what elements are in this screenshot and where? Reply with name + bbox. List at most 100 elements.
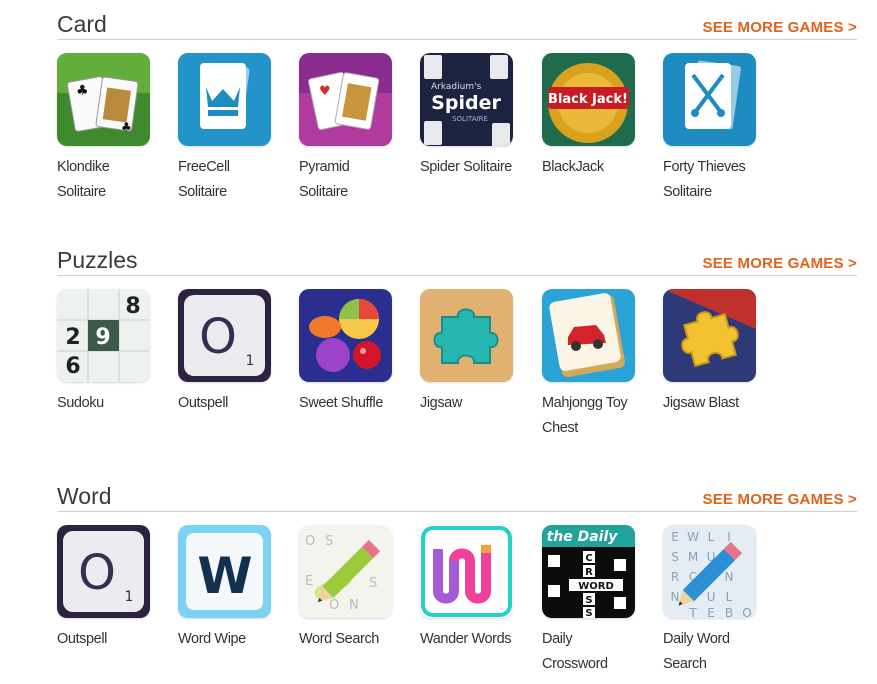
daily-crossword-icon[interactable]: the Daily C R WORD S S <box>542 525 635 618</box>
svg-text:1: 1 <box>125 589 134 605</box>
svg-text:W: W <box>687 530 699 544</box>
svg-text:O: O <box>742 606 751 618</box>
svg-text:6: 6 <box>65 354 80 379</box>
svg-text:S: S <box>369 576 377 591</box>
game-tile-jigsaw[interactable]: Jigsaw <box>420 289 530 416</box>
pencil-word-search-icon[interactable]: OSE ONS <box>299 525 392 618</box>
game-name: Forty Thieves Solitaire <box>663 159 746 200</box>
game-name: FreeCell Solitaire <box>178 159 230 200</box>
svg-text:O: O <box>199 309 237 365</box>
game-name: Spider Solitaire <box>420 159 512 175</box>
game-name: Word Search <box>299 631 379 647</box>
section-puzzles: Puzzles SEE MORE GAMES > 8 2 9 6 Sudoku … <box>57 246 857 446</box>
game-tile-blackjack[interactable]: Black Jack! BlackJack <box>542 53 652 180</box>
game-tile-sudoku[interactable]: 8 2 9 6 Sudoku <box>57 289 167 416</box>
see-more-games-link[interactable]: SEE MORE GAMES > <box>703 491 857 508</box>
section-header: Card SEE MORE GAMES > <box>57 10 857 40</box>
svg-text:♣: ♣ <box>121 120 132 134</box>
game-name: Word Wipe <box>178 631 246 647</box>
see-more-games-link[interactable]: SEE MORE GAMES > <box>703 19 857 36</box>
game-name: Outspell <box>178 395 228 411</box>
game-tile-outspell[interactable]: O 1 Outspell <box>57 525 167 652</box>
svg-text:SOLITAIRE: SOLITAIRE <box>452 115 488 123</box>
see-more-games-link[interactable]: SEE MORE GAMES > <box>703 255 857 272</box>
svg-text:C: C <box>585 553 592 564</box>
game-name: Pyramid Solitaire <box>299 159 350 200</box>
svg-text:R: R <box>671 570 679 584</box>
svg-text:WORD: WORD <box>578 581 614 592</box>
spider-solitaire-icon[interactable]: Arkadium's Spider SOLITAIRE <box>420 53 513 146</box>
game-tile-jigsaw-blast[interactable]: Jigsaw Blast <box>663 289 773 416</box>
game-tile-word-wipe[interactable]: W Word Wipe <box>178 525 288 652</box>
svg-text:O: O <box>329 598 339 613</box>
svg-text:W: W <box>197 547 252 605</box>
svg-text:Arkadium's: Arkadium's <box>431 82 482 92</box>
daily-word-search-icon[interactable]: E W L I S M U A R C I N N O U <box>663 525 756 618</box>
game-name: Klondike Solitaire <box>57 159 110 200</box>
sudoku-grid-icon[interactable]: 8 2 9 6 <box>57 289 150 382</box>
game-name: Sudoku <box>57 395 104 411</box>
game-tile-pyramid-solitaire[interactable]: ♥ Pyramid Solitaire <box>299 53 409 205</box>
game-tile-daily-crossword[interactable]: the Daily C R WORD S S Daily Crossword <box>542 525 652 677</box>
puzzle-piece-gold-icon[interactable] <box>663 289 756 382</box>
game-name: Jigsaw <box>420 395 462 411</box>
svg-text:M: M <box>688 550 698 564</box>
section-title: Word <box>57 483 112 509</box>
klondike-cards-icon[interactable]: ♣ ♣ <box>57 53 150 146</box>
svg-text:L: L <box>708 530 715 544</box>
freecell-crown-icon[interactable] <box>178 53 271 146</box>
svg-text:O: O <box>305 534 315 549</box>
section-header: Word SEE MORE GAMES > <box>57 482 857 512</box>
game-name: Mahjongg Toy Chest <box>542 395 628 436</box>
svg-text:♥: ♥ <box>319 84 331 99</box>
section-title: Puzzles <box>57 247 138 273</box>
letter-w-icon[interactable]: W <box>178 525 271 618</box>
blackjack-chip-icon[interactable]: Black Jack! <box>542 53 635 146</box>
game-tile-word-search[interactable]: OSE ONS Word Search <box>299 525 409 652</box>
svg-text:B: B <box>725 606 733 618</box>
game-tile-outspell[interactable]: O 1 Outspell <box>178 289 288 416</box>
puzzle-piece-icon[interactable] <box>420 289 513 382</box>
game-name: BlackJack <box>542 159 604 175</box>
pyramid-cards-icon[interactable]: ♥ <box>299 53 392 146</box>
svg-text:U: U <box>707 590 716 604</box>
candy-icon[interactable] <box>299 289 392 382</box>
section-word: Word SEE MORE GAMES > O 1 Outspell W Wor… <box>57 482 857 682</box>
svg-text:S: S <box>585 595 592 606</box>
game-tile-freecell-solitaire[interactable]: FreeCell Solitaire <box>178 53 288 205</box>
game-tile-forty-thieves-solitaire[interactable]: Forty Thieves Solitaire <box>663 53 773 205</box>
svg-text:S: S <box>585 608 592 618</box>
game-name: Daily Crossword <box>542 631 608 672</box>
svg-text:O: O <box>78 545 116 601</box>
game-tile-klondike-solitaire[interactable]: ♣ ♣ Klondike Solitaire <box>57 53 167 205</box>
svg-text:R: R <box>585 567 593 578</box>
game-tile-spider-solitaire[interactable]: Arkadium's Spider SOLITAIRE Spider Solit… <box>420 53 530 180</box>
svg-text:T: T <box>688 606 697 618</box>
game-name: Outspell <box>57 631 107 647</box>
svg-text:E: E <box>305 574 313 589</box>
svg-text:S: S <box>325 534 333 549</box>
crossed-swords-icon[interactable] <box>663 53 756 146</box>
svg-text:S: S <box>671 550 679 564</box>
section-card: Card SEE MORE GAMES > ♣ ♣ Klondike Solita… <box>57 10 857 210</box>
letter-tile-o-icon[interactable]: O 1 <box>57 525 150 618</box>
svg-text:N: N <box>349 598 359 613</box>
svg-text:Black Jack!: Black Jack! <box>548 92 628 107</box>
svg-text:1: 1 <box>246 353 255 369</box>
mahjongg-tile-car-icon[interactable] <box>542 289 635 382</box>
letter-tile-o-icon[interactable]: O 1 <box>178 289 271 382</box>
game-name: Sweet Shuffle <box>299 395 384 411</box>
svg-text:L: L <box>726 590 733 604</box>
game-tile-daily-word-search[interactable]: E W L I S M U A R C I N N O U <box>663 525 773 677</box>
game-tile-wander-words[interactable]: Wander Words <box>420 525 530 652</box>
game-tile-mahjongg-toy-chest[interactable]: Mahjongg Toy Chest <box>542 289 652 441</box>
svg-text:N: N <box>725 570 734 584</box>
wander-w-icon[interactable] <box>420 525 513 618</box>
game-name: Wander Words <box>420 631 512 647</box>
games-row: 8 2 9 6 Sudoku O 1 Outspell Sweet Shuffl… <box>57 276 857 446</box>
games-row: ♣ ♣ Klondike Solitaire FreeCell Solitaire <box>57 40 857 210</box>
game-tile-sweet-shuffle[interactable]: Sweet Shuffle <box>299 289 409 416</box>
games-row: O 1 Outspell W Word Wipe OSE O N S Word … <box>57 512 857 682</box>
svg-text:E: E <box>671 530 679 544</box>
svg-text:2: 2 <box>65 325 80 350</box>
